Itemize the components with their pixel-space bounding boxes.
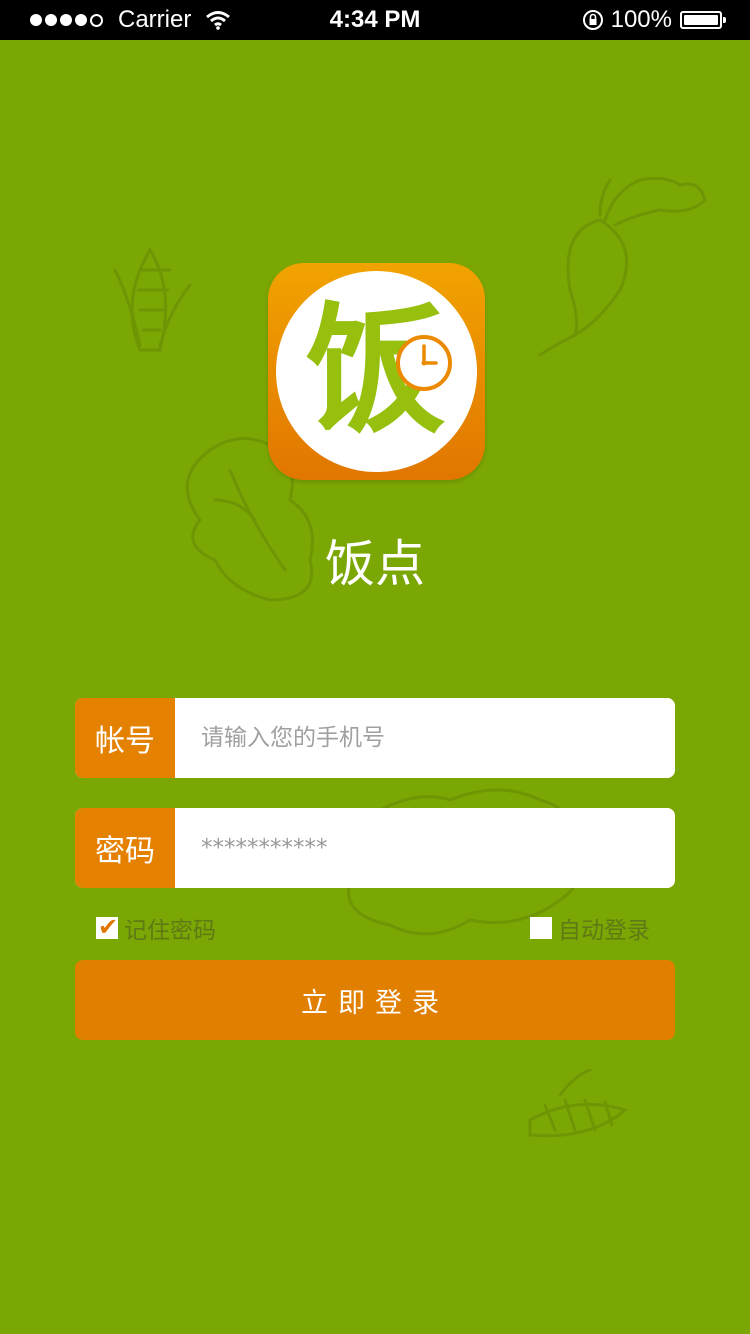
auto-login-checkbox[interactable] <box>530 917 552 939</box>
auto-login-label: 自动登录 <box>558 918 650 944</box>
orientation-lock-icon <box>582 10 603 30</box>
corn-icon <box>113 247 192 352</box>
vegetable-pattern-background <box>113 176 707 1138</box>
remember-password-label: 记住密码 <box>124 918 216 944</box>
password-label: 密码 <box>75 808 175 888</box>
password-input[interactable] <box>175 808 675 888</box>
battery-percent: 100% <box>610 6 672 33</box>
password-field: 密码 <box>75 808 675 888</box>
remember-password-checkbox[interactable]: ✔ <box>96 913 118 941</box>
corn-bottom-icon <box>528 1068 629 1138</box>
account-field: 帐号 <box>75 698 675 778</box>
battery-icon <box>680 11 726 29</box>
login-button[interactable]: 立即登录 <box>75 960 675 1040</box>
app-logo: 饭 <box>268 263 485 480</box>
account-label: 帐号 <box>75 698 175 778</box>
app-title: 饭点 <box>325 535 425 593</box>
radish-icon <box>538 176 707 357</box>
checkmark-icon: ✔ <box>98 913 119 941</box>
account-input[interactable] <box>175 698 675 778</box>
status-bar: Carrier 4:34 PM 100% <box>0 0 750 40</box>
auto-login-option[interactable]: 自动登录 <box>530 914 650 944</box>
logo-circle: 饭 <box>276 271 477 472</box>
rice-clock-logo-icon: 饭 <box>306 290 452 453</box>
remember-password-option[interactable]: ✔ 记住密码 <box>96 913 216 944</box>
status-right: 100% <box>581 0 726 40</box>
